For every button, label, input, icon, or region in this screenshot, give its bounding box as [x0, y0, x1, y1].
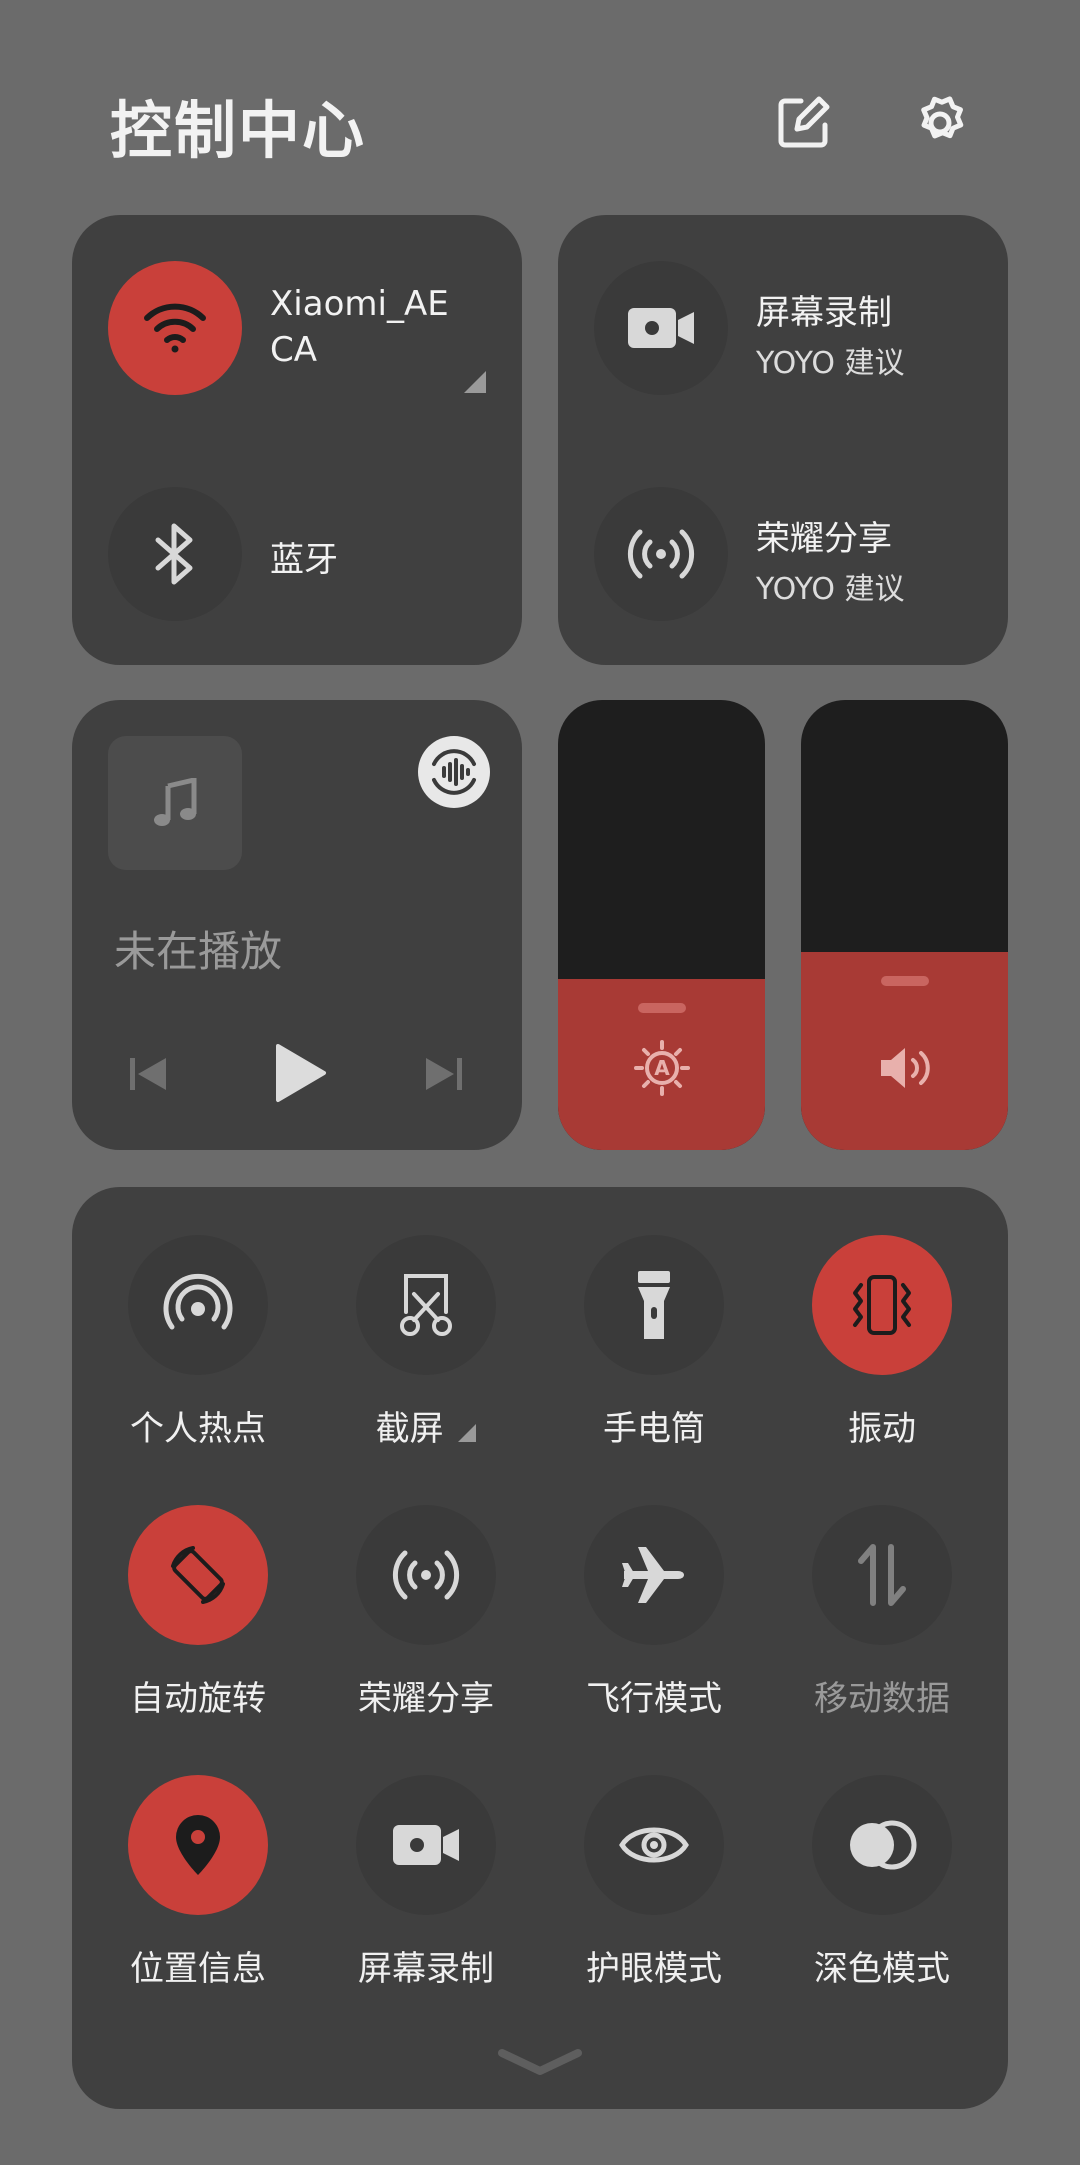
svg-text:A: A: [654, 1056, 670, 1080]
wifi-network-name[interactable]: Xiaomi_AE CA: [270, 281, 449, 373]
media-panel: 未在播放: [72, 700, 522, 1150]
volume-slider[interactable]: [801, 700, 1008, 1150]
toggle-eye-comfort[interactable]: 护眼模式: [554, 1775, 754, 1990]
hotspot-icon: [163, 1273, 233, 1330]
toggle-mobile-data[interactable]: 移动数据: [782, 1505, 982, 1720]
play-icon: [276, 1044, 326, 1102]
toggle-dark-mode[interactable]: 深色模式: [782, 1775, 982, 1990]
previous-icon: [130, 1058, 166, 1090]
flashlight-icon: [638, 1271, 670, 1339]
honor-share-icon: [627, 529, 695, 579]
toggle-label: 屏幕录制: [358, 1949, 494, 1989]
toggle-label: 个人热点: [130, 1409, 266, 1449]
eye-comfort-icon: [619, 1827, 689, 1863]
chevron-down-icon: [498, 2049, 582, 2075]
brightness-slider[interactable]: A: [558, 700, 765, 1150]
page-title: 控制中心: [110, 94, 367, 167]
volume-icon: [877, 1044, 935, 1092]
next-button[interactable]: [424, 1054, 464, 1094]
audio-output-icon: [432, 749, 476, 795]
wifi-toggle[interactable]: [108, 261, 242, 395]
media-status: 未在播放: [114, 927, 283, 976]
dark-mode-icon: [850, 1820, 917, 1870]
wifi-icon: [144, 303, 206, 353]
previous-button[interactable]: [128, 1054, 168, 1094]
toggle-label: 位置信息: [130, 1949, 266, 1989]
screenshot-expand-icon[interactable]: [458, 1424, 477, 1442]
suggestion-sub: YOYO 建议: [756, 572, 905, 607]
toggle-label: 手电筒: [603, 1409, 705, 1449]
toggle-auto-rotate[interactable]: 自动旋转: [98, 1505, 298, 1720]
gear-icon[interactable]: [905, 88, 975, 158]
toggle-label: 移动数据: [814, 1679, 950, 1719]
suggestion-sub: YOYO 建议: [756, 346, 905, 381]
play-button[interactable]: [274, 1042, 328, 1104]
auto-rotate-icon: [171, 1546, 225, 1604]
location-icon: [176, 1815, 220, 1875]
auto-brightness-icon: A: [634, 1040, 690, 1096]
toggle-label: 深色模式: [814, 1949, 950, 1989]
toggle-vibrate[interactable]: 振动: [782, 1235, 982, 1450]
mobile-data-icon: [858, 1544, 906, 1606]
toggle-label: 截屏: [326, 1401, 526, 1450]
toggle-hotspot[interactable]: 个人热点: [98, 1235, 298, 1450]
screen-record-icon: [393, 1825, 459, 1865]
brightness-handle[interactable]: [638, 1003, 686, 1013]
bluetooth-label: 蓝牙: [270, 540, 338, 580]
audio-output-button[interactable]: [418, 736, 490, 808]
suggestion-label: 荣耀分享: [756, 519, 892, 559]
screenshot-icon: [400, 1274, 452, 1336]
music-note-icon: [154, 778, 197, 826]
toggle-flashlight[interactable]: 手电筒: [554, 1235, 754, 1450]
suggestions-panel: 屏幕录制 YOYO 建议 荣耀分享 YOYO 建议: [558, 215, 1008, 665]
suggestion-label: 屏幕录制: [756, 293, 892, 333]
toggle-screenshot[interactable]: 截屏: [326, 1235, 526, 1450]
connectivity-panel: Xiaomi_AE CA 蓝牙: [72, 215, 522, 665]
honor-share-suggestion-button[interactable]: [594, 487, 728, 621]
edit-icon[interactable]: [768, 88, 838, 158]
toggle-label: 自动旋转: [130, 1679, 266, 1719]
quick-toggles-panel: 个人热点 截屏 手电筒 振动 自动旋转 荣耀分享 飞行模式 移动数据 位置信息 …: [72, 1187, 1008, 2109]
airplane-icon: [622, 1547, 684, 1603]
toggle-screen-record[interactable]: 屏幕录制: [326, 1775, 526, 1990]
toggle-label: 护眼模式: [586, 1949, 722, 1989]
expand-button[interactable]: [496, 2047, 584, 2077]
toggle-label: 飞行模式: [586, 1679, 722, 1719]
honor-share-icon: [392, 1550, 460, 1600]
bluetooth-icon: [155, 523, 193, 585]
toggle-honor-share[interactable]: 荣耀分享: [326, 1505, 526, 1720]
toggle-airplane[interactable]: 飞行模式: [554, 1505, 754, 1720]
vibrate-icon: [853, 1275, 911, 1335]
toggle-label: 振动: [848, 1409, 916, 1449]
screen-record-suggestion-button[interactable]: [594, 261, 728, 395]
volume-handle[interactable]: [881, 976, 929, 986]
screen-record-icon: [628, 308, 694, 348]
toggle-label: 荣耀分享: [358, 1679, 494, 1719]
wifi-expand-icon[interactable]: [464, 371, 486, 393]
album-art: [108, 736, 242, 870]
toggle-location[interactable]: 位置信息: [98, 1775, 298, 1990]
next-icon: [426, 1058, 462, 1090]
bluetooth-toggle[interactable]: [108, 487, 242, 621]
